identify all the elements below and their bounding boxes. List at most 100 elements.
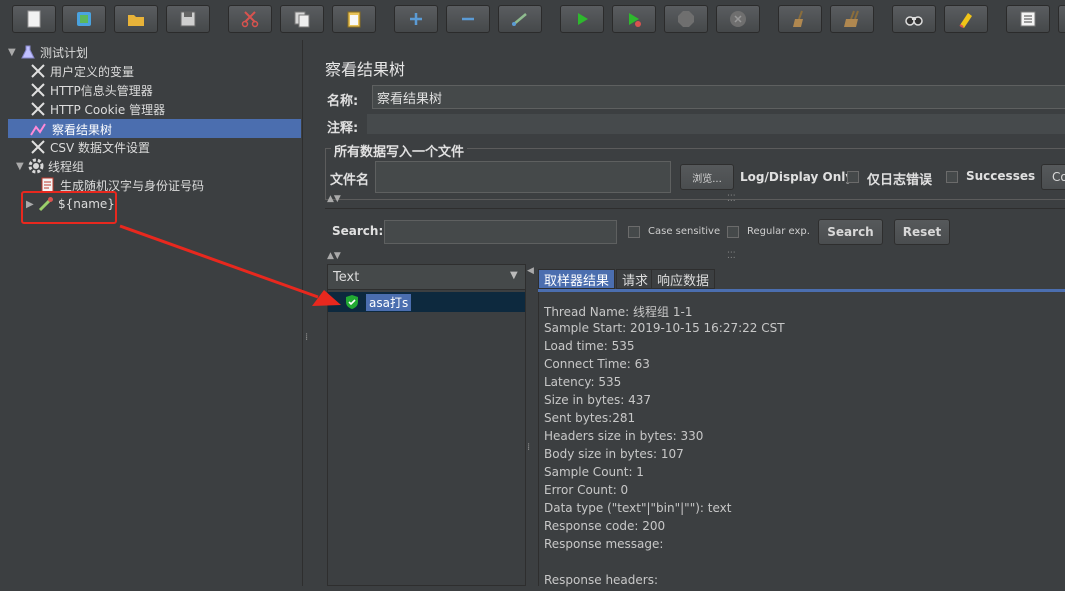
configure-button[interactable]: Co: [1041, 164, 1065, 190]
splitter-arrows-icon: ▲▼: [327, 194, 341, 204]
gear-icon: [28, 158, 44, 174]
paste-button[interactable]: [332, 5, 376, 33]
regex-label: Regular exp.: [747, 226, 810, 237]
collapse-toggle-icon[interactable]: ▼: [8, 47, 20, 58]
clear-all-button[interactable]: [830, 5, 874, 33]
tree-item-view-results-tree[interactable]: 察看结果树: [30, 120, 115, 138]
tree-item-label: HTTP信息头管理器: [50, 83, 153, 98]
detail-line: Data type ("text"|"bin"|""): text: [544, 501, 732, 515]
detail-line: Error Count: 0: [544, 483, 629, 497]
success-shield-icon: [345, 294, 359, 313]
tree-item-thread-group[interactable]: ▼ 线程组: [16, 157, 84, 175]
panel-title: 察看结果树: [325, 60, 406, 79]
results-splitter[interactable]: ▲▼ ⁚⁚⁚: [325, 251, 1065, 261]
results-tree-panel: 察看结果树 名称: 察看结果树 注释: 所有数据写入一个文件 文件名 浏览...…: [315, 40, 1065, 587]
annotation-highlight-box: [21, 191, 117, 224]
wrench-icon: [30, 82, 46, 98]
case-sensitive-label: Case sensitive: [648, 226, 721, 237]
tree-item-label: 用户定义的变量: [50, 64, 135, 79]
search-input[interactable]: [384, 220, 617, 244]
main-splitter[interactable]: ⁞: [302, 40, 316, 586]
shutdown-button[interactable]: [716, 5, 760, 33]
tree-item-csv-data[interactable]: CSV 数据文件设置: [30, 138, 150, 156]
reset-button[interactable]: Reset: [894, 219, 950, 245]
start-button[interactable]: [560, 5, 604, 33]
reset-search-button[interactable]: [944, 5, 988, 33]
detail-line: Response code: 200: [544, 519, 666, 533]
regex-checkbox[interactable]: [727, 226, 739, 238]
tree-item-label: 测试计划: [40, 45, 89, 60]
successes-checkbox[interactable]: [946, 171, 958, 183]
collapse-toggle-icon[interactable]: ▼: [16, 161, 28, 172]
clear-all-icon: [844, 10, 859, 27]
wrench-icon: [30, 101, 46, 117]
renderer-value: Text: [333, 270, 360, 285]
search-button-tb[interactable]: [892, 5, 936, 33]
search-button[interactable]: Search: [818, 219, 883, 245]
tab-response-data[interactable]: 响应数据: [651, 269, 716, 289]
name-field[interactable]: 察看结果树: [372, 85, 1065, 109]
case-sensitive-checkbox[interactable]: [628, 226, 640, 238]
tree-item-http-cookie[interactable]: HTTP Cookie 管理器: [30, 100, 165, 118]
expand-button[interactable]: [394, 5, 438, 33]
open-button[interactable]: [114, 5, 158, 33]
flask-icon: [20, 44, 36, 60]
toolbar: [0, 0, 1065, 40]
stop-icon: [678, 11, 694, 27]
log-display-only-label: Log/Display Only:: [740, 170, 858, 184]
detail-line: Sent bytes:281: [544, 411, 636, 425]
templates-icon: [77, 12, 91, 26]
sample-label: asa打s: [366, 294, 412, 311]
toggle-icon: [512, 13, 527, 26]
new-icon: [27, 10, 41, 28]
splitter-grip-icon: ⁚⁚⁚: [727, 194, 736, 204]
wrench-icon: [30, 139, 46, 155]
cut-icon: [241, 11, 259, 28]
tab-sampler-result[interactable]: 取样器结果: [538, 269, 616, 289]
open-icon: [128, 15, 144, 26]
new-button[interactable]: [12, 5, 56, 33]
results-vertical-splitter[interactable]: ◀ ⁞: [526, 264, 536, 586]
chevron-down-icon: ▼: [510, 270, 518, 281]
expand-icon: [410, 13, 422, 25]
paste-icon: [347, 11, 361, 28]
tree-item-label: HTTP Cookie 管理器: [50, 102, 166, 117]
browse-button[interactable]: 浏览...: [680, 164, 734, 190]
function-helper-icon: [1020, 11, 1036, 27]
top-splitter[interactable]: ▲▼ ⁚⁚⁚: [325, 194, 1065, 208]
comment-field[interactable]: [367, 114, 1065, 134]
function-helper-button[interactable]: [1006, 5, 1050, 33]
clear-icon: [793, 10, 803, 27]
tab-request[interactable]: 请求: [616, 269, 655, 289]
collapse-button[interactable]: [446, 5, 490, 33]
successes-label: Successes: [966, 169, 1036, 183]
splitter-grip-icon: ⁞: [527, 442, 531, 453]
save-button[interactable]: [166, 5, 210, 33]
errors-only-checkbox[interactable]: [847, 171, 859, 183]
stop-button[interactable]: [664, 5, 708, 33]
copy-button[interactable]: [280, 5, 324, 33]
detail-line: Thread Name: 线程组 1-1: [544, 305, 693, 319]
tree-item-label: 察看结果树: [50, 120, 115, 138]
filename-label: 文件名: [330, 173, 370, 188]
sample-row[interactable]: asa打s: [328, 292, 525, 312]
templates-button[interactable]: [62, 5, 106, 33]
tree-item-user-vars[interactable]: 用户定义的变量: [30, 62, 134, 80]
search-icon: [905, 16, 923, 26]
filename-input[interactable]: [375, 161, 671, 193]
tree-item-http-header[interactable]: HTTP信息头管理器: [30, 81, 153, 99]
collapse-icon: [462, 17, 474, 21]
clear-button[interactable]: [778, 5, 822, 33]
toolbar-overflow[interactable]: [1058, 5, 1065, 33]
tree-item-test-plan[interactable]: ▼ 测试计划: [8, 43, 88, 61]
renderer-select[interactable]: Text ▼: [328, 265, 525, 290]
toggle-button[interactable]: [498, 5, 542, 33]
start-no-pauses-button[interactable]: [612, 5, 656, 33]
detail-line: Size in bytes: 437: [544, 393, 652, 407]
cut-button[interactable]: [228, 5, 272, 33]
tree-item-label: 线程组: [48, 159, 85, 174]
name-label: 名称:: [327, 94, 359, 109]
splitter-arrows-icon: ▲▼: [327, 251, 341, 261]
detail-line: Body size in bytes: 107: [544, 447, 684, 461]
detail-line: Connect Time: 63: [544, 357, 650, 371]
